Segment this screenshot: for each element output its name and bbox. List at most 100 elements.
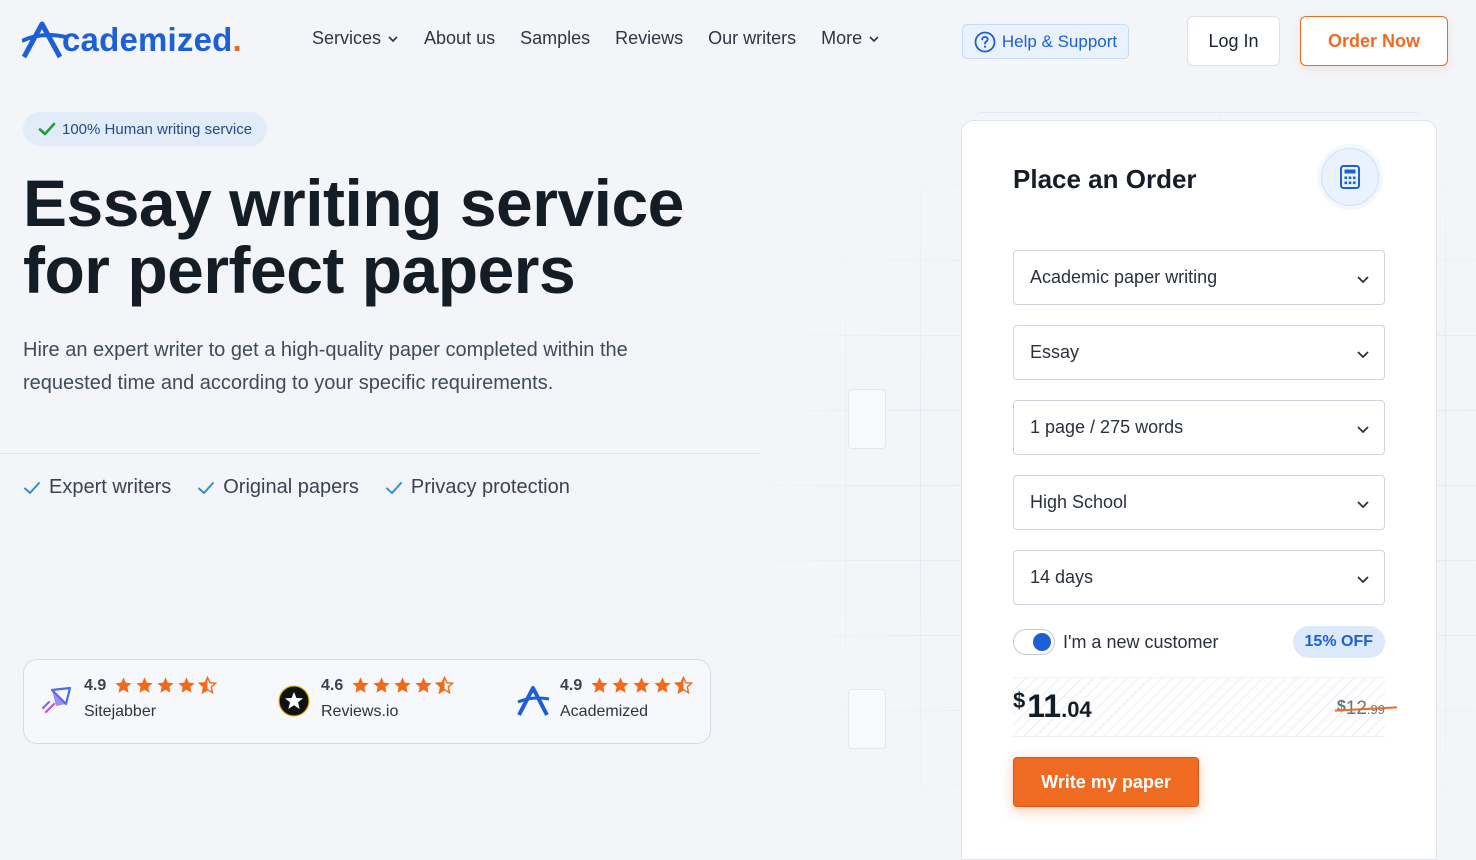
star-full-icon (415, 677, 432, 693)
service-select[interactable]: Academic paper writing (1013, 250, 1385, 305)
rating-sitejabber[interactable]: 4.9 Sitejabber (40, 676, 218, 721)
rating-score: 4.9 (84, 676, 107, 694)
pages-select[interactable]: 1 page / 275 words (1013, 400, 1385, 455)
chevron-down-icon (1357, 276, 1369, 284)
title-line-2: for perfect papers (23, 233, 576, 307)
star-half-icon (674, 676, 694, 695)
nav-label: Services (312, 28, 382, 48)
write-my-paper-button[interactable]: Write my paper (1013, 757, 1199, 807)
feature-label: Privacy protection (410, 476, 570, 498)
chevron-down-icon (869, 35, 879, 42)
star-full-icon (352, 677, 369, 693)
chevron-down-icon (1357, 576, 1369, 584)
select-value: High School (1030, 492, 1128, 512)
order-card: Place an Order Academic paper writing Es… (961, 120, 1437, 860)
old-price: $ 12 .99 (1334, 698, 1397, 720)
login-button[interactable]: Log In (1187, 16, 1280, 66)
star-full-icon (136, 677, 153, 693)
price-decimal: .04 (1061, 697, 1092, 722)
rating-source: Academized (560, 703, 649, 720)
chevron-down-icon (1357, 351, 1369, 359)
star-rating (351, 676, 455, 695)
check-icon (198, 481, 215, 494)
human-writing-badge: 100% Human writing service (23, 112, 268, 146)
feature-item: Privacy protection (385, 476, 570, 499)
nav-samples[interactable]: Samples (520, 28, 590, 49)
price-row: $ 11 .04 $ 12 .99 (1013, 677, 1397, 737)
current-price: $ 11 .04 (1013, 688, 1092, 725)
rating-score: 4.6 (321, 676, 344, 694)
nav-label: More (821, 28, 863, 48)
logo-mark-icon (22, 21, 66, 59)
nav-about-us[interactable]: About us (424, 28, 495, 49)
deadline-select[interactable]: 14 days (1013, 550, 1385, 605)
sitejabber-icon (42, 686, 72, 714)
nav-label: Reviews (615, 28, 684, 48)
star-full-icon (115, 677, 132, 693)
nav-our-writers[interactable]: Our writers (708, 28, 796, 49)
order-now-button[interactable]: Order Now (1300, 16, 1448, 66)
checkmark-icon (38, 122, 56, 136)
chevron-down-icon (388, 35, 398, 42)
toggle-knob (1033, 633, 1051, 651)
nav-label: Our writers (708, 28, 797, 48)
badge-label: 100% Human writing service (62, 120, 253, 138)
star-full-icon (591, 677, 608, 693)
order-card-title: Place an Order (1013, 164, 1197, 194)
old-price-currency: $ (1336, 698, 1346, 715)
price-integer: 11 (1027, 688, 1062, 724)
nav-more[interactable]: More (821, 28, 880, 49)
nav-services[interactable]: Services (312, 28, 399, 49)
check-icon (24, 481, 40, 494)
nav-label: Samples (520, 28, 591, 48)
rating-score: 4.9 (560, 676, 583, 694)
question-circle-icon (974, 31, 996, 52)
star-half-icon (435, 676, 455, 695)
star-full-icon (654, 677, 671, 693)
feature-list: Expert writers Original papers Privacy p… (23, 476, 570, 499)
star-half-icon (198, 676, 218, 695)
logo[interactable]: cademized. (22, 20, 242, 60)
rating-academized[interactable]: 4.9 Academized (516, 676, 694, 721)
ratings-panel: 4.9 Sitejabber 4.6 Reviews.io 4.9 Academ… (23, 659, 711, 744)
rating-reviewsio[interactable]: 4.6 Reviews.io (277, 676, 455, 721)
select-value: 1 page / 275 words (1030, 417, 1184, 437)
help-support-button[interactable]: Help & Support (962, 24, 1129, 59)
discount-badge: 15% OFF (1292, 626, 1385, 658)
select-value: Academic paper writing (1030, 267, 1218, 287)
feature-item: Original papers (197, 476, 359, 499)
logo-dot: . (232, 21, 242, 58)
decorative-tile (848, 389, 886, 449)
logo-text: cademized (62, 21, 233, 58)
check-icon (385, 481, 402, 494)
academic-level-select[interactable]: High School (1013, 475, 1385, 530)
star-full-icon (394, 677, 411, 693)
select-value: 14 days (1030, 567, 1094, 587)
feature-item: Expert writers (23, 476, 171, 499)
star-rating (114, 676, 218, 695)
new-customer-row: I'm a new customer 15% OFF (1013, 626, 1385, 658)
reviewsio-icon (278, 685, 310, 717)
feature-label: Original papers (223, 476, 359, 498)
title-line-1: Essay writing service (23, 166, 684, 240)
calculator-badge (1321, 148, 1379, 206)
new-customer-toggle[interactable] (1013, 629, 1055, 655)
academized-icon (517, 686, 550, 716)
new-customer-label: I'm a new customer (1063, 631, 1219, 652)
help-support-label: Help & Support (1001, 31, 1118, 51)
hero-subtitle: Hire an expert writer to get a high-qual… (23, 339, 628, 394)
main-nav: Services About us Samples Reviews Our wr… (312, 28, 905, 49)
nav-reviews[interactable]: Reviews (615, 28, 683, 49)
page-title: Essay writing service for perfect papers (23, 170, 763, 304)
chevron-down-icon (1357, 501, 1369, 509)
star-full-icon (633, 677, 650, 693)
paper-type-select[interactable]: Essay (1013, 325, 1385, 380)
star-full-icon (157, 677, 174, 693)
star-full-icon (373, 677, 390, 693)
feature-label: Expert writers (49, 476, 172, 498)
rating-source: Sitejabber (84, 703, 157, 720)
section-divider (0, 453, 760, 454)
star-full-icon (178, 677, 195, 693)
nav-label: About us (424, 28, 496, 48)
price-currency: $ (1013, 688, 1026, 713)
